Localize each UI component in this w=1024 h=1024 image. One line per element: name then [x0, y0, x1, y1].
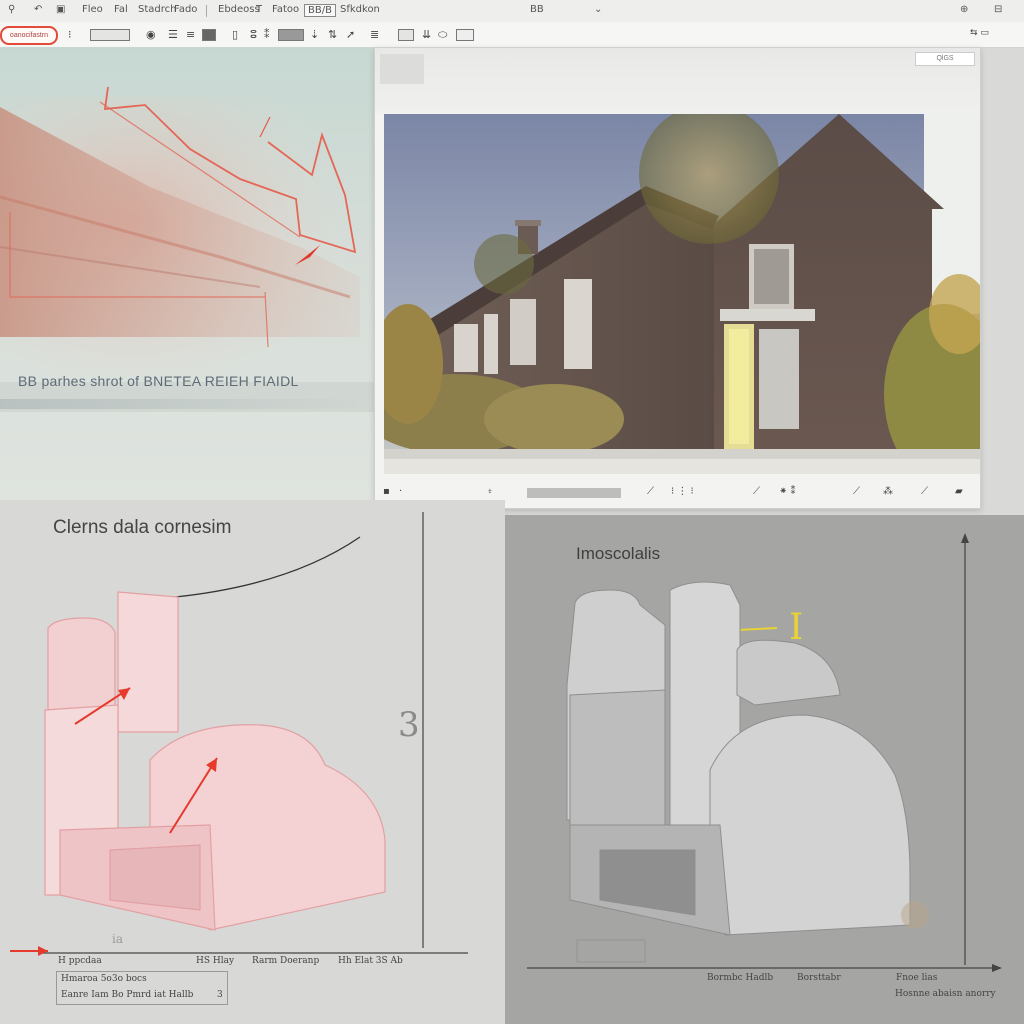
axis-label-1: Bormbc Hadlb — [707, 973, 774, 983]
tools-icon[interactable]: ⁕ ⁑ — [779, 486, 796, 497]
ribbon-toolbar: oanocifastrn ⁝ ◉ ☰ ≡ ▯ ⵓ ⁑ ⇣ ⇅ ➚ ≣ ⇊ ⬭ ⇆… — [0, 22, 1024, 48]
sketch-panel: BB parhes shrot of BNETEA REIEH FIAIDL — [0, 47, 374, 500]
shape-icon[interactable]: ⬭ — [438, 28, 447, 42]
font-selector[interactable] — [90, 29, 130, 41]
frame-icon[interactable] — [456, 29, 474, 41]
axis-label-4: Hh Elat 3S Ab — [338, 956, 403, 966]
footnote: Hosnne abaisn anorry — [895, 989, 996, 999]
table-icon[interactable] — [398, 29, 414, 41]
axis-label-1: H ppcdaa — [58, 956, 102, 966]
text-icon[interactable]: T — [256, 4, 262, 15]
menu-item-6[interactable]: Fatoo — [272, 4, 299, 15]
menu-item-5[interactable]: Ebdeoss — [218, 4, 260, 15]
menu-item-3[interactable]: Stadrch — [138, 4, 176, 15]
grey-model-drawing: I — [527, 533, 1002, 972]
dot-icon[interactable]: · — [399, 486, 402, 497]
window-controls-icon[interactable]: ⊟ — [994, 4, 1002, 15]
caption-shadow — [0, 399, 374, 409]
link-icon[interactable]: ⵓ — [250, 28, 257, 41]
pin-icon[interactable]: ⍖ — [487, 486, 493, 497]
bookmark-icon[interactable]: ▯ — [232, 28, 238, 41]
legend-row-3: 3 — [217, 990, 223, 1000]
align-icon[interactable]: ≡ — [186, 28, 195, 41]
viewer-search-input[interactable]: QlGS — [915, 52, 975, 66]
axis-label-2: HS Hlay — [196, 956, 235, 966]
style-swatch[interactable] — [278, 29, 304, 41]
sketch-drawing — [0, 86, 374, 412]
window-title-mark: BB — [530, 4, 544, 15]
pink-model-panel: Clerns dala cornesim 3 ia H ppcdaa HS Hl… — [0, 500, 505, 1024]
menu-item-8[interactable]: Sfkdkon — [340, 4, 380, 15]
marker-icon[interactable]: ⟋ — [921, 486, 928, 497]
side-number: 3 — [398, 705, 420, 745]
house-photo-image — [384, 114, 980, 474]
highlighted-field[interactable]: oanocifastrn — [0, 26, 58, 45]
arrow-label: ia — [112, 932, 123, 946]
lock-icon[interactable]: ⊕ — [960, 4, 968, 15]
menu-divider — [206, 5, 207, 17]
bullet-icon[interactable]: ⁑ — [264, 28, 270, 41]
save-icon[interactable]: ▪ — [383, 486, 390, 497]
app-menu-icon[interactable]: ⚲ — [8, 4, 15, 15]
circle-icon[interactable]: ◉ — [146, 28, 156, 41]
pin-icon[interactable]: ⇣ — [310, 28, 319, 41]
legend-box: Hmaroa 5o3o bocs Eanre Iam Bo Pmrd iat H… — [56, 971, 228, 1005]
pink-model-drawing — [10, 512, 468, 956]
viewer-thumbnail[interactable] — [380, 54, 424, 84]
axis-label-3: Rarm Doeranp — [252, 956, 320, 966]
axis-label-3: Fnoe lias — [896, 973, 938, 983]
menu-item-1[interactable]: Fleo — [82, 4, 103, 15]
menu-item-active[interactable]: BB/B — [304, 4, 336, 17]
folder-icon[interactable]: ▰ — [955, 486, 963, 497]
fill-color-swatch[interactable] — [202, 29, 216, 41]
pencil-icon[interactable]: ⟋ — [853, 486, 860, 497]
format-icon[interactable]: ⁝ — [68, 28, 72, 41]
chevron-down-icon[interactable]: ⌄ — [594, 4, 602, 15]
axis-label-2: Borsttabr — [797, 973, 841, 983]
save-icon[interactable]: ▣ — [56, 4, 65, 15]
brush-icon[interactable]: ⟋ — [647, 486, 654, 497]
legend-row-2: Eanre Iam Bo Pmrd iat Hallb — [61, 990, 194, 1000]
options-icon[interactable]: ⁂ — [883, 486, 893, 497]
house-photo — [384, 114, 980, 474]
settings-icon[interactable]: ⁝ ⋮ ⁝ — [671, 486, 694, 497]
title-bar: ⚲ ↶ ▣ Fleo Fal Stadrch Fado Ebdeoss T Fa… — [0, 0, 1024, 23]
list-icon[interactable]: ☰ — [168, 28, 178, 41]
pen-icon[interactable]: ⟋ — [753, 486, 760, 497]
sketch-caption: BB parhes shrot of BNETEA REIEH FIAIDL — [18, 373, 299, 389]
options-icon[interactable]: ⇆ ▭ — [970, 28, 989, 38]
menu-item-2[interactable]: Fal — [114, 4, 128, 15]
image-viewer-window[interactable]: QlGS ▪ · ⍖ ⟋ ⁝ ⋮ ⁝ ⟋ ⁕ ⁑ ⟋ ⁂ ⟋ ▰ — [374, 47, 981, 509]
arrow-down-icon[interactable]: ⇊ — [422, 28, 431, 41]
legend-row-1: Hmaroa 5o3o bocs — [61, 974, 147, 984]
menu-item-4[interactable]: Fado — [174, 4, 197, 15]
paragraph-icon[interactable]: ≣ — [370, 28, 379, 41]
adjust-icon[interactable]: ⇅ — [328, 28, 337, 41]
pointer-icon[interactable]: ➚ — [346, 28, 355, 41]
undo-icon[interactable]: ↶ — [34, 4, 42, 15]
viewer-header: QlGS — [375, 48, 980, 114]
grey-model-panel: Imoscolalis I Bormbc Hadlb Borsttabr Fno… — [505, 515, 1024, 1024]
zoom-slider[interactable] — [527, 488, 621, 498]
highlight-marker-icon: I — [789, 607, 803, 648]
